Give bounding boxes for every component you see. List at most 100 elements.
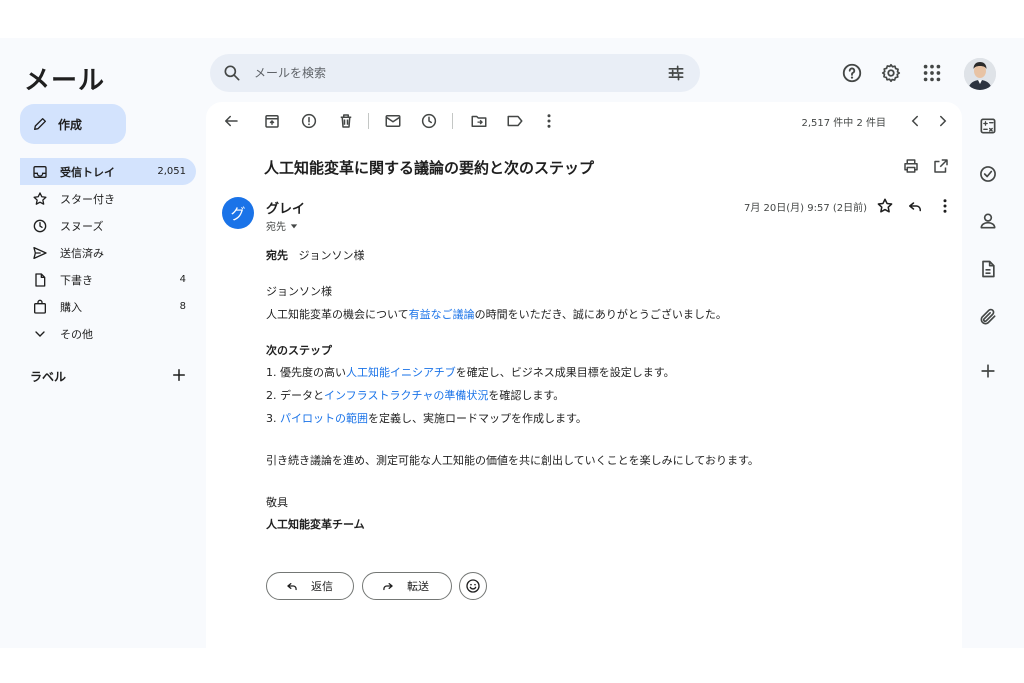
label-tag-icon[interactable] bbox=[506, 112, 524, 130]
recipients-label: 宛先 bbox=[266, 222, 286, 233]
open-new-window-icon[interactable] bbox=[932, 157, 950, 175]
recipients-dropdown[interactable]: 宛先 bbox=[266, 218, 298, 233]
link-infrastructure-readiness[interactable]: インフラストラクチャの準備状況 bbox=[324, 389, 488, 402]
text-span: を定義し、実施ロードマップを作成します。 bbox=[368, 412, 587, 425]
message-view: 2,517 件中 2 件目 人工知能変革に関する議論の要約と次のステップ グ グ… bbox=[206, 102, 962, 648]
sidebar-item-label: スター付き bbox=[60, 192, 115, 206]
caret-down-icon bbox=[290, 222, 298, 230]
delete-trash-icon[interactable] bbox=[337, 112, 355, 130]
help-icon[interactable] bbox=[841, 62, 863, 84]
forward-button[interactable]: 転送 bbox=[362, 572, 452, 600]
sidebar-item-label: 送信済み bbox=[60, 246, 104, 260]
closing-paragraph: 引き続き議論を進め、測定可能な人工知能の価値を共に創出していくことを楽しみにして… bbox=[266, 454, 759, 467]
text-span: の時間をいただき、誠にありがとうございました。 bbox=[474, 308, 727, 321]
sidebar-item-inbox[interactable]: 受信トレイ 2,051 bbox=[20, 158, 196, 185]
print-icon[interactable] bbox=[902, 157, 920, 175]
attachment-paperclip-icon[interactable] bbox=[978, 307, 998, 327]
search-input[interactable] bbox=[254, 54, 654, 92]
sidebar-item-snoozed[interactable]: スヌーズ bbox=[20, 212, 196, 239]
star-icon bbox=[32, 191, 48, 207]
sidebar-item-label: その他 bbox=[60, 327, 93, 341]
sidebar-item-starred[interactable]: スター付き bbox=[20, 185, 196, 212]
link-pilot-scope[interactable]: パイロットの範囲 bbox=[280, 412, 368, 425]
step-3: 3. パイロットの範囲を定義し、実施ロードマップを作成します。 bbox=[266, 410, 587, 426]
link-ai-initiative[interactable]: 人工知能イニシアチブ bbox=[346, 366, 456, 379]
tasks-check-icon[interactable] bbox=[978, 164, 998, 184]
unread-count: 2,051 bbox=[157, 166, 186, 177]
search-bar[interactable] bbox=[210, 54, 700, 92]
reply-arrow-icon bbox=[285, 579, 299, 593]
text-span: 2. データと bbox=[266, 389, 324, 402]
heading-text: 次のステップ bbox=[266, 344, 332, 357]
text-span: 人工知能変革の機会について bbox=[266, 308, 409, 321]
app-logo: メール bbox=[24, 66, 106, 96]
text-span: を確認します。 bbox=[488, 389, 565, 402]
sender-avatar: グ bbox=[222, 197, 254, 229]
sidebar-item-drafts[interactable]: 下書き 4 bbox=[20, 266, 196, 293]
mark-unread-mail-icon[interactable] bbox=[384, 112, 402, 130]
text-span: 1. 優先度の高い bbox=[266, 366, 346, 379]
purchases-count: 8 bbox=[179, 301, 186, 312]
calculator-app-icon[interactable] bbox=[978, 116, 998, 136]
search-icon[interactable] bbox=[222, 63, 242, 83]
next-chevron-right-icon[interactable] bbox=[934, 112, 952, 130]
sidebar-item-label: 下書き bbox=[60, 273, 93, 287]
bag-icon bbox=[32, 299, 48, 315]
draft-icon bbox=[32, 272, 48, 288]
filter-options-icon[interactable] bbox=[666, 63, 686, 83]
sidebar-item-label: 購入 bbox=[60, 300, 82, 314]
more-vertical-icon[interactable] bbox=[540, 112, 558, 130]
forward-label: 転送 bbox=[407, 580, 429, 593]
archive-icon[interactable] bbox=[263, 112, 281, 130]
add-label-plus-icon[interactable] bbox=[170, 366, 188, 384]
clock-icon bbox=[32, 218, 48, 234]
to-label: 宛先 bbox=[266, 249, 288, 262]
add-addon-plus-icon[interactable] bbox=[978, 361, 998, 381]
reply-arrow-icon[interactable] bbox=[906, 197, 924, 215]
compose-button[interactable]: 作成 bbox=[20, 104, 126, 144]
inbox-icon bbox=[32, 164, 48, 180]
toolbar-divider bbox=[368, 113, 369, 129]
send-icon bbox=[32, 245, 48, 261]
sidebar-item-more[interactable]: その他 bbox=[20, 320, 196, 347]
smiley-icon bbox=[465, 578, 481, 594]
sidebar-item-label: 受信トレイ bbox=[60, 165, 115, 179]
message-position: 2,517 件中 2 件目 bbox=[801, 118, 886, 129]
email-date: 7月 20日(月) 9:57 (2日前) bbox=[744, 203, 868, 214]
next-steps-heading: 次のステップ bbox=[266, 342, 332, 358]
document-icon[interactable] bbox=[978, 259, 998, 279]
sidebar-item-label: スヌーズ bbox=[60, 219, 104, 233]
body-paragraph: 人工知能変革の機会について有益なご議論の時間をいただき、誠にありがとうございまし… bbox=[266, 306, 727, 322]
sender-name: グレイ bbox=[266, 202, 306, 217]
previous-chevron-left-icon[interactable] bbox=[906, 112, 924, 130]
body-to-line: 宛先 ジョンソン様 bbox=[266, 247, 365, 263]
emoji-reaction-button[interactable] bbox=[459, 572, 487, 600]
compose-label: 作成 bbox=[58, 117, 83, 132]
back-arrow-icon[interactable] bbox=[222, 112, 240, 130]
to-name: ジョンソン様 bbox=[298, 249, 365, 262]
more-vertical-icon[interactable] bbox=[936, 197, 954, 215]
settings-gear-icon[interactable] bbox=[880, 62, 902, 84]
link-useful-discussion[interactable]: 有益なご議論 bbox=[409, 308, 475, 321]
sidebar-nav: 受信トレイ 2,051 スター付き スヌーズ 送信済み 下書き 4 購入 8 そ… bbox=[20, 158, 196, 347]
signature-text: 人工知能変革チーム bbox=[266, 518, 365, 531]
text-span: 3. bbox=[266, 412, 280, 425]
greeting: ジョンソン様 bbox=[266, 285, 332, 298]
star-icon[interactable] bbox=[876, 197, 894, 215]
reply-button[interactable]: 返信 bbox=[266, 572, 354, 600]
contacts-person-icon[interactable] bbox=[978, 211, 998, 231]
apps-grid-icon[interactable] bbox=[921, 62, 943, 84]
step-2: 2. データとインフラストラクチャの準備状況を確認します。 bbox=[266, 387, 564, 403]
labels-heading: ラベル bbox=[30, 370, 67, 384]
sidebar-item-purchases[interactable]: 購入 8 bbox=[20, 293, 196, 320]
snooze-clock-icon[interactable] bbox=[420, 112, 438, 130]
step-1: 1. 優先度の高い人工知能イニシアチブを確定し、ビジネス成果目標を設定します。 bbox=[266, 364, 675, 380]
mail-app: メール 作成 受信トレイ 2,051 bbox=[0, 38, 1024, 648]
toolbar-divider bbox=[452, 113, 453, 129]
report-spam-icon[interactable] bbox=[300, 112, 318, 130]
drafts-count: 4 bbox=[179, 274, 186, 285]
reply-label: 返信 bbox=[311, 580, 333, 593]
move-to-folder-icon[interactable] bbox=[470, 112, 488, 130]
sidebar-item-sent[interactable]: 送信済み bbox=[20, 239, 196, 266]
account-avatar[interactable] bbox=[964, 58, 996, 90]
